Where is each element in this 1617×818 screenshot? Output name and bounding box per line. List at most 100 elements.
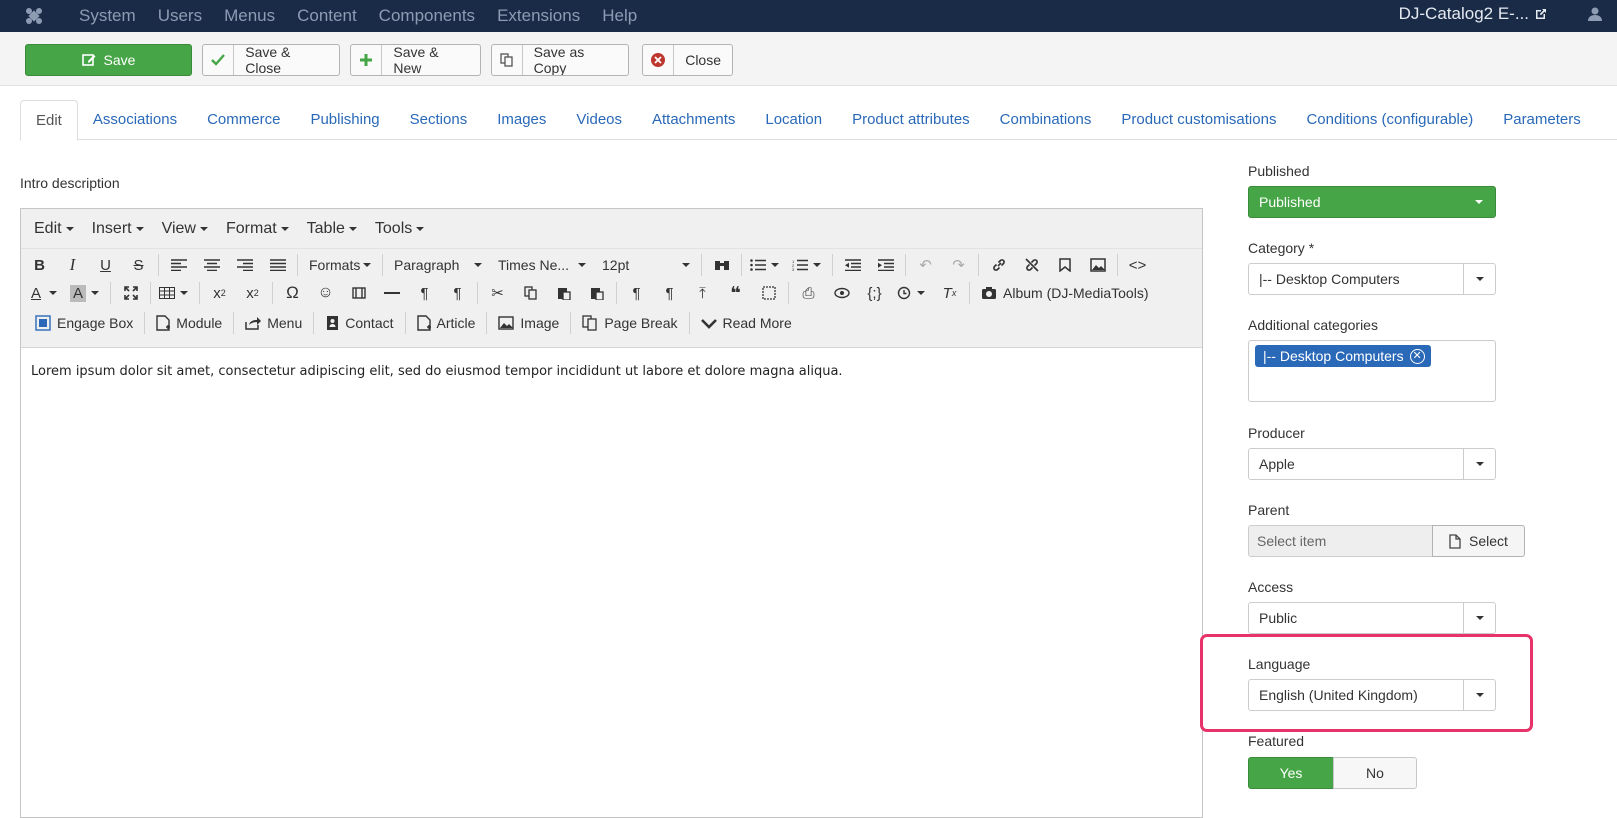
language-select[interactable]: English (United Kingdom)	[1248, 679, 1496, 711]
editor-content-area[interactable]: Lorem ipsum dolor sit amet, consectetur …	[21, 348, 1202, 395]
tab-product-customisations[interactable]: Product customisations	[1106, 100, 1291, 140]
bookmark-icon[interactable]	[1048, 251, 1081, 279]
horizontal-rule-icon[interactable]	[375, 279, 408, 307]
copy-icon[interactable]	[514, 279, 547, 307]
site-link[interactable]: DJ-Catalog2 E-...	[1399, 0, 1547, 28]
tab-images[interactable]: Images	[482, 100, 561, 140]
editor-menu-view[interactable]: View	[153, 220, 217, 238]
align-right-icon[interactable]	[228, 251, 261, 279]
tab-location[interactable]: Location	[750, 100, 837, 140]
joomla-logo-icon[interactable]	[0, 0, 68, 32]
tab-combinations[interactable]: Combinations	[985, 100, 1107, 140]
fullscreen-icon[interactable]	[114, 279, 147, 307]
tab-publishing[interactable]: Publishing	[295, 100, 394, 140]
menu-components[interactable]: Components	[368, 0, 486, 32]
article-button[interactable]: Article	[409, 309, 484, 337]
menu-users[interactable]: Users	[147, 0, 213, 32]
background-color-icon[interactable]: A	[65, 279, 91, 307]
align-justify-icon[interactable]	[261, 251, 294, 279]
subscript-icon[interactable]: x2	[203, 279, 236, 307]
paste-text-icon[interactable]	[580, 279, 613, 307]
menu-menus[interactable]: Menus	[213, 0, 286, 32]
numbered-list-icon[interactable]: 123	[787, 251, 813, 279]
parent-select-button[interactable]: Select	[1432, 525, 1525, 557]
bullet-list-icon[interactable]	[745, 251, 771, 279]
cut-icon[interactable]: ✂	[481, 279, 514, 307]
upload-icon[interactable]: ⤒	[686, 279, 719, 307]
menu-button[interactable]: Menu	[237, 309, 310, 337]
block-format-select[interactable]: Paragraph	[386, 251, 490, 279]
ltr-icon[interactable]: ¶	[408, 279, 441, 307]
parent-input[interactable]: Select item	[1248, 525, 1433, 557]
insert-datetime-icon[interactable]	[891, 279, 917, 307]
bold-icon[interactable]: B	[23, 251, 56, 279]
close-button[interactable]: Close	[642, 44, 733, 76]
editor-menu-tools[interactable]: Tools	[366, 220, 433, 238]
tab-sections[interactable]: Sections	[395, 100, 483, 140]
editor-menu-insert[interactable]: Insert	[83, 220, 153, 238]
tab-parameters[interactable]: Parameters	[1488, 100, 1596, 140]
media-icon[interactable]	[342, 279, 375, 307]
clear-formatting-icon[interactable]: Tx	[933, 279, 966, 307]
engage-box-button[interactable]: Engage Box	[27, 309, 141, 337]
rtl-icon[interactable]: ¶	[441, 279, 474, 307]
superscript-icon[interactable]: x2	[236, 279, 269, 307]
show-blocks-icon[interactable]: ¶	[620, 279, 653, 307]
font-family-select[interactable]: Times Ne...	[490, 251, 594, 279]
visual-chars-icon[interactable]: ¶	[653, 279, 686, 307]
access-select[interactable]: Public	[1248, 602, 1496, 634]
menu-help[interactable]: Help	[591, 0, 648, 32]
formats-select[interactable]: Formats	[301, 251, 379, 279]
align-left-icon[interactable]	[162, 251, 195, 279]
save-copy-button[interactable]: Save as Copy	[491, 44, 629, 76]
table-icon[interactable]	[154, 279, 180, 307]
menu-extensions[interactable]: Extensions	[486, 0, 591, 32]
additional-categories-input[interactable]: |-- Desktop Computers ✕	[1248, 340, 1496, 402]
menu-content[interactable]: Content	[286, 0, 368, 32]
caret-down-icon[interactable]	[91, 291, 99, 295]
tab-attachments[interactable]: Attachments	[637, 100, 750, 140]
editor-menu-edit[interactable]: Edit	[25, 220, 83, 238]
find-replace-icon[interactable]	[705, 251, 738, 279]
special-character-icon[interactable]: Ω	[276, 279, 309, 307]
editor-menu-format[interactable]: Format	[217, 220, 298, 238]
outdent-icon[interactable]	[836, 251, 869, 279]
module-button[interactable]: Module	[148, 309, 230, 337]
blockquote-icon[interactable]: ❝	[719, 279, 752, 307]
tab-conditions[interactable]: Conditions (configurable)	[1291, 100, 1488, 140]
menu-system[interactable]: System	[68, 0, 147, 32]
tab-edit[interactable]: Edit	[20, 100, 78, 141]
underline-icon[interactable]: U	[89, 251, 122, 279]
source-code-icon[interactable]: <>	[1121, 251, 1154, 279]
save-button[interactable]: Save	[25, 44, 192, 76]
strikethrough-icon[interactable]: S	[122, 251, 155, 279]
featured-no-button[interactable]: No	[1333, 757, 1417, 789]
tab-videos[interactable]: Videos	[561, 100, 637, 140]
published-select[interactable]: Published	[1248, 186, 1496, 218]
tab-associations[interactable]: Associations	[78, 100, 192, 140]
font-size-select[interactable]: 12pt	[594, 251, 698, 279]
preview-icon[interactable]	[825, 279, 858, 307]
paste-icon[interactable]	[547, 279, 580, 307]
caret-down-icon[interactable]	[49, 291, 57, 295]
remove-icon[interactable]: ✕	[1409, 348, 1425, 364]
image-button[interactable]: Image	[490, 309, 567, 337]
read-more-button[interactable]: Read More	[693, 309, 800, 337]
indent-icon[interactable]	[869, 251, 902, 279]
italic-icon[interactable]: I	[56, 251, 89, 279]
undo-icon[interactable]: ↶	[909, 251, 942, 279]
template-icon[interactable]	[752, 279, 785, 307]
caret-down-icon[interactable]	[771, 263, 779, 267]
redo-icon[interactable]: ↷	[942, 251, 975, 279]
unlink-icon[interactable]	[1015, 251, 1048, 279]
emoticons-icon[interactable]: ☺	[309, 279, 342, 307]
editor-menu-table[interactable]: Table	[298, 220, 366, 238]
featured-yes-button[interactable]: Yes	[1248, 757, 1334, 789]
print-icon[interactable]: ⎙	[792, 279, 825, 307]
album-button[interactable]: Album (DJ-MediaTools)	[973, 279, 1156, 307]
link-icon[interactable]	[982, 251, 1015, 279]
insert-image-icon[interactable]	[1081, 251, 1114, 279]
save-new-button[interactable]: Save & New	[350, 44, 481, 76]
user-icon[interactable]	[1587, 6, 1603, 25]
caret-down-icon[interactable]	[813, 263, 821, 267]
